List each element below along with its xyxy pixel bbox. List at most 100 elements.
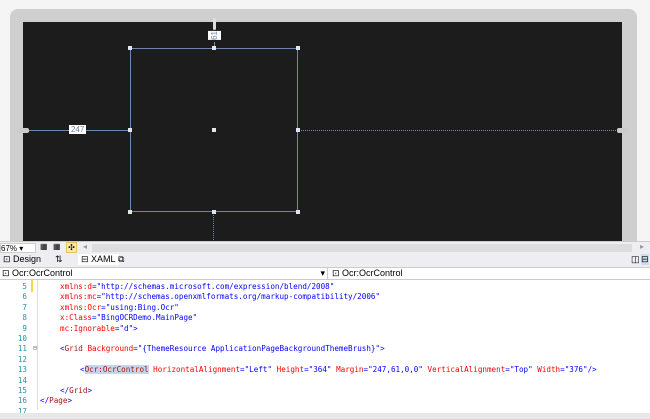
code-line: x:Class="BingOCRDemo.MainPage" (60, 313, 197, 322)
navigation-bar: ⊡ Ocr:OcrControl ▾ ⊡ Ocr:OcrControl (0, 267, 650, 280)
code-token: </ (60, 386, 70, 395)
line-number: 11 (17, 344, 27, 354)
resize-handle[interactable] (128, 210, 132, 214)
right-margin-handle[interactable] (617, 128, 628, 133)
tab-xaml[interactable]: ⊟ XAML (78, 254, 119, 265)
code-token: Background (82, 344, 134, 354)
change-marker (31, 280, 33, 292)
code-token: "using:Bing.Ocr" (105, 302, 179, 312)
code-token: "Top" (509, 365, 533, 375)
horizontal-scrollbar[interactable] (92, 244, 632, 252)
resize-handle[interactable] (296, 128, 300, 132)
element-dropdown-left[interactable]: ⊡ Ocr:OcrControl ▾ (0, 268, 328, 279)
tab-design[interactable]: ⊡ Design (3, 254, 41, 265)
designer-toolbar: 67% ▾ ▦ ▦ ✣ ◂ ▸ (0, 241, 650, 253)
code-token: > (133, 323, 138, 333)
line-number: 6 (22, 292, 27, 302)
resize-handle[interactable] (296, 210, 300, 214)
code-token: Page (49, 396, 68, 406)
code-token: "247,61,0,0" (368, 365, 423, 375)
line-number: 8 (22, 313, 27, 323)
code-line: </Page> (40, 396, 72, 405)
left-margin-handle[interactable] (18, 128, 29, 133)
design-canvas[interactable] (23, 22, 622, 241)
xaml-editor[interactable]: ⊟ 5 xmlns:d="http://schemas.microsoft.com… (0, 280, 650, 419)
code-token: "http://schemas.microsoft.com/expression… (96, 282, 335, 291)
resize-handle[interactable] (296, 46, 300, 50)
chevron-down-icon: ▾ (320, 268, 325, 278)
code-token: "{ThemeResource ApplicationPageBackgroun… (137, 344, 381, 354)
line-number: 14 (17, 375, 27, 385)
code-token: "364" (308, 365, 332, 375)
code-token: HorizontalAlignment (148, 365, 241, 375)
zoom-value: 67% (1, 244, 18, 253)
popout-icon[interactable]: ⧉ (118, 254, 124, 265)
line-number: 13 (17, 365, 27, 375)
resize-handle[interactable] (128, 128, 132, 132)
top-margin-handle[interactable] (213, 18, 216, 30)
code-token: > (87, 386, 93, 395)
collapse-icon[interactable]: ⊟ (33, 344, 37, 352)
code-token: > (67, 396, 73, 406)
resize-handle[interactable] (128, 46, 132, 50)
code-line: <Grid Background="{ThemeResource Applica… (60, 344, 385, 353)
left-margin-label: 247 (69, 125, 87, 134)
code-token: Grid (64, 344, 83, 354)
code-line: xmlns:mc="http://schemas.openxmlformats.… (60, 292, 380, 301)
code-line: <Ocr:OcrControl HorizontalAlignment="Lef… (80, 365, 597, 375)
code-token: "BingOCRDemo.MainPage" (96, 313, 198, 323)
line-number: 16 (17, 396, 27, 406)
code-token: "http://schemas.openxmlformats.org/marku… (101, 292, 381, 302)
view-tabs: ⊡ Design ⇅ ⊟ XAML ⧉ ◫ ⊟ (0, 253, 650, 267)
code-token: </ (40, 396, 50, 406)
code-line: mc:Ignorable="d"> (60, 324, 138, 333)
code-token: xmlns:mc (60, 292, 97, 302)
ocr-control-selection[interactable] (128, 46, 300, 214)
horizontal-split-icon[interactable]: ⊟ (641, 254, 649, 265)
code-line: xmlns:Ocr="using:Bing.Ocr" (60, 303, 179, 312)
code-token: Ocr:OcrControl (84, 365, 149, 375)
line-number: 7 (22, 302, 27, 312)
bottom-margin-line (213, 212, 214, 240)
snap-lines-icon[interactable]: ✣ (66, 242, 77, 253)
scroll-right-icon[interactable]: ▸ (640, 242, 644, 251)
element-dropdown-right[interactable]: ⊡ Ocr:OcrControl (330, 268, 650, 279)
code-token: /> (587, 365, 597, 375)
zoom-select[interactable]: 67% ▾ (0, 243, 36, 253)
tab-xaml-label: XAML (91, 254, 116, 264)
code-token: VerticalAlignment (422, 365, 506, 375)
code-token: Width (532, 365, 561, 375)
resize-handle[interactable] (212, 46, 216, 50)
line-number: 10 (17, 334, 27, 343)
code-token: "d" (119, 323, 134, 333)
code-token: Margin (331, 365, 364, 375)
right-margin-line (298, 130, 620, 131)
line-number: 12 (17, 354, 27, 364)
scroll-left-icon[interactable]: ◂ (83, 242, 87, 251)
snap-grid-icon[interactable]: ▦ (53, 242, 61, 251)
line-number: 9 (22, 323, 27, 333)
code-token: xmlns:d (60, 282, 93, 291)
center-handle[interactable] (212, 128, 216, 132)
code-token: "376" (564, 365, 588, 375)
top-margin-label: 61 (208, 31, 221, 40)
vertical-split-icon[interactable]: ◫ (631, 254, 640, 265)
code-token: xmlns:Ocr (60, 302, 102, 312)
tab-design-label: Design (13, 254, 42, 264)
code-token: mc:Ignorable (60, 323, 115, 333)
code-line: xmlns:d="http://schemas.microsoft.com/ex… (60, 282, 334, 291)
editor-horizontal-scrollbar[interactable] (0, 413, 650, 419)
swap-panes-button[interactable]: ⇅ (55, 254, 63, 265)
code-line: </Grid> (60, 386, 92, 395)
line-number: 15 (17, 386, 27, 395)
code-token: > (380, 344, 385, 354)
grid-icon[interactable]: ▦ (40, 242, 48, 251)
code-token: Height (272, 365, 305, 375)
dropdown-right-value: Ocr:OcrControl (342, 268, 403, 278)
code-token: x:Class (60, 313, 93, 323)
line-number: 5 (22, 282, 27, 291)
code-token: "Left" (244, 365, 273, 375)
dropdown-left-value: Ocr:OcrControl (12, 268, 73, 278)
code-token: < (80, 365, 85, 375)
resize-handle[interactable] (212, 210, 216, 214)
